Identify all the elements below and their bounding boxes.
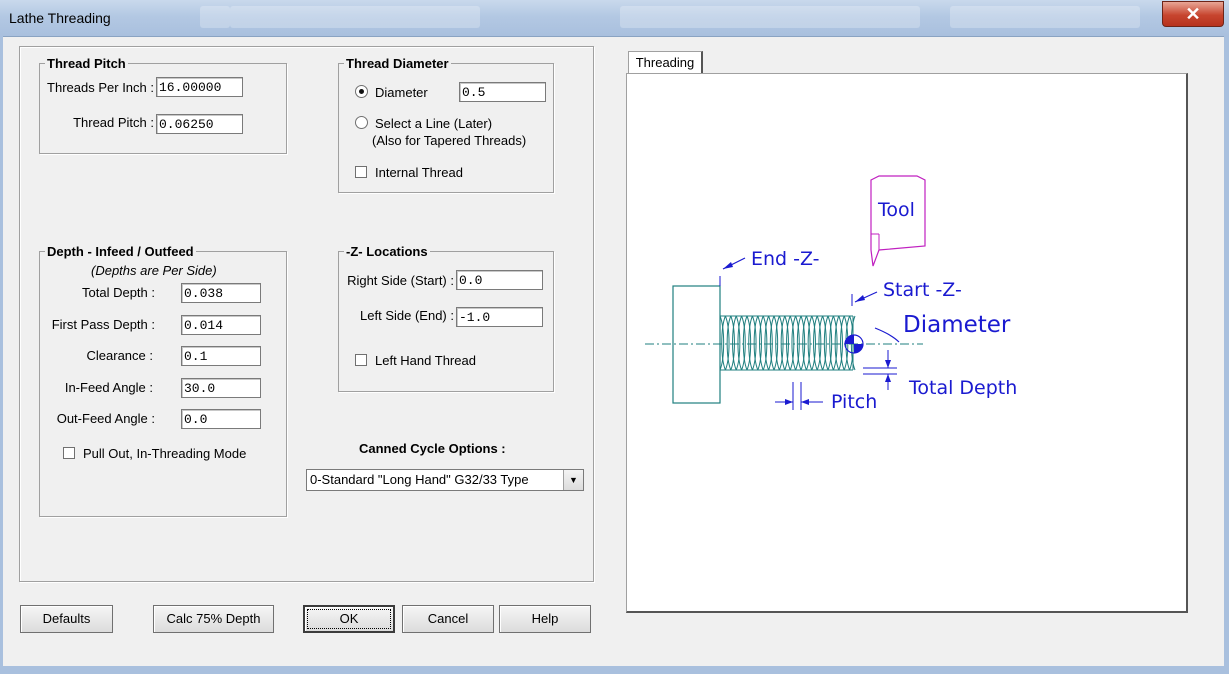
defaults-button-label: Defaults (42, 611, 91, 626)
threading-diagram-canvas: Tool End -Z- Start -Z- Diameter Total De… (626, 73, 1188, 613)
blurred-background-element (620, 6, 920, 28)
diameter-leader (874, 327, 900, 343)
thread-pitch-label: Thread Pitch : (73, 115, 154, 130)
tool-text: Tool (877, 199, 915, 221)
pitch-text: Pitch (831, 391, 877, 413)
ok-button[interactable]: OK (303, 605, 395, 633)
tab-threading-label: Threading (635, 55, 695, 70)
help-button[interactable]: Help (499, 605, 591, 633)
thread-pitch-field[interactable]: 0.06250 (156, 114, 243, 134)
pitch-arrowhead-right (801, 399, 809, 405)
canned-cycle-label: Canned Cycle Options : (359, 441, 506, 456)
diameter-radio-label: Diameter (375, 85, 428, 100)
calc-75-depth-button[interactable]: Calc 75% Depth (153, 605, 274, 633)
pitch-arrowhead-left (785, 399, 793, 405)
left-side-label: Left Side (End) : (360, 308, 454, 323)
window-title: Lathe Threading (9, 10, 111, 26)
outfeed-angle-label: Out-Feed Angle : (56, 411, 155, 426)
select-line-label: Select a Line (Later) (375, 116, 493, 131)
total-depth-arrowhead-top (885, 360, 891, 368)
right-side-field[interactable]: 0.0 (456, 270, 543, 290)
diameter-text: Diameter (903, 312, 1011, 338)
window-frame-left (0, 36, 3, 674)
total-depth-arrowhead-bottom (885, 374, 891, 382)
window-frame-right (1224, 36, 1229, 674)
total-depth-text: Total Depth (908, 377, 1017, 399)
left-hand-thread-checkbox[interactable] (355, 354, 367, 366)
z-locations-title: -Z- Locations (344, 244, 430, 259)
diameter-field[interactable]: 0.5 (459, 82, 546, 102)
threading-diagram: Tool End -Z- Start -Z- Diameter Total De… (645, 175, 1017, 413)
diameter-radio[interactable] (355, 85, 368, 98)
right-side-label: Right Side (Start) : (347, 273, 454, 288)
select-line-sublabel: (Also for Tapered Threads) (372, 133, 527, 148)
internal-thread-label: Internal Thread (375, 165, 463, 180)
blurred-background-element (230, 6, 480, 28)
depth-title: Depth - Infeed / Outfeed (45, 244, 196, 259)
defaults-button[interactable]: Defaults (20, 605, 113, 633)
select-line-radio[interactable] (355, 116, 368, 129)
title-bar[interactable]: Lathe Threading ✕ (0, 0, 1229, 37)
blurred-background-element (200, 6, 230, 28)
thread-diameter-title: Thread Diameter (344, 56, 451, 71)
window-frame-bottom (0, 666, 1229, 674)
infeed-angle-label: In-Feed Angle : (64, 380, 153, 395)
clearance-label: Clearance : (86, 348, 153, 363)
close-button[interactable]: ✕ (1162, 1, 1224, 27)
first-pass-depth-field[interactable]: 0.014 (181, 315, 261, 335)
diameter-marker-fill-2 (854, 344, 863, 353)
cancel-button-label: Cancel (427, 611, 469, 626)
thread-pitch-title: Thread Pitch (45, 56, 128, 71)
end-z-text: End -Z- (751, 248, 820, 270)
close-icon: ✕ (1185, 4, 1201, 24)
chevron-down-icon[interactable]: ▼ (563, 470, 583, 490)
calc-button-label: Calc 75% Depth (166, 611, 261, 626)
pull-out-label: Pull Out, In-Threading Mode (83, 446, 247, 461)
thread-body (719, 315, 856, 371)
outfeed-angle-field[interactable]: 0.0 (181, 409, 261, 429)
total-depth-field[interactable]: 0.038 (181, 283, 261, 303)
total-depth-label: Total Depth : (82, 285, 155, 300)
start-z-text: Start -Z- (883, 279, 962, 301)
end-z-arrowhead (723, 262, 733, 269)
blurred-background-element (950, 6, 1140, 28)
cancel-button[interactable]: Cancel (402, 605, 494, 633)
canned-cycle-select[interactable]: 0-Standard "Long Hand" G32/33 Type ▼ (306, 469, 584, 491)
left-hand-thread-label: Left Hand Thread (375, 353, 476, 368)
tab-threading[interactable]: Threading (628, 51, 703, 73)
clearance-field[interactable]: 0.1 (181, 346, 261, 366)
left-side-field[interactable]: -1.0 (456, 307, 543, 327)
tool-outline (870, 175, 926, 267)
start-z-arrowhead (855, 295, 865, 302)
canned-cycle-value: 0-Standard "Long Hand" G32/33 Type (310, 472, 529, 487)
threads-per-inch-field[interactable]: 16.00000 (156, 77, 243, 97)
help-button-label: Help (531, 611, 559, 626)
infeed-angle-field[interactable]: 30.0 (181, 378, 261, 398)
threads-per-inch-label: Threads Per Inch : (47, 80, 154, 95)
first-pass-depth-label: First Pass Depth : (51, 317, 155, 332)
pull-out-checkbox[interactable] (63, 447, 75, 459)
internal-thread-checkbox[interactable] (355, 166, 367, 178)
depth-subtitle: (Depths are Per Side) (91, 263, 217, 278)
